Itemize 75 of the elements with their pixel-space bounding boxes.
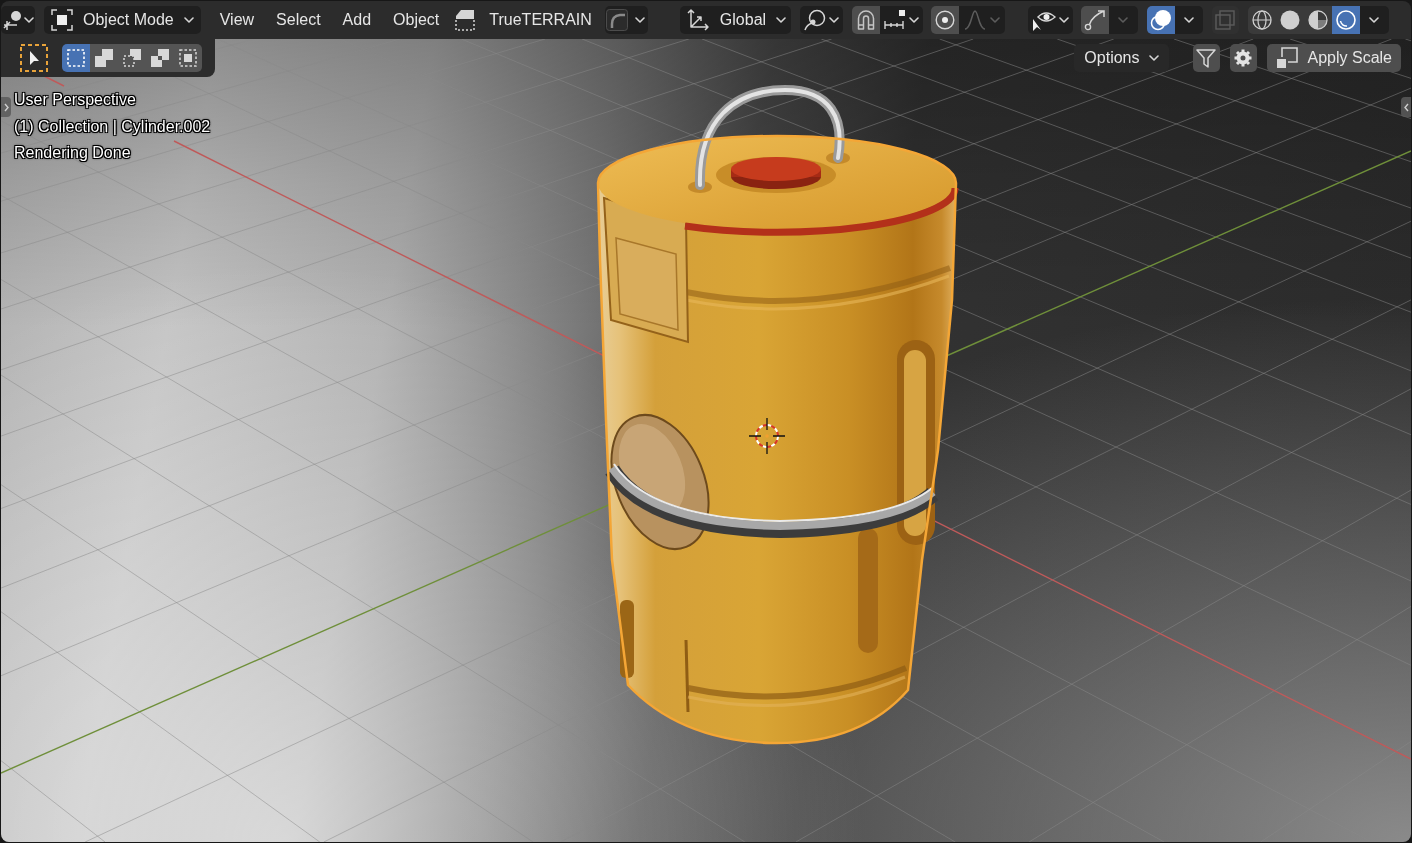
caret-icon [1369, 17, 1380, 23]
dashed-corner-square-icon [455, 9, 476, 31]
orientation-dropdown[interactable]: Global [679, 6, 791, 34]
overlapping-squares-icon [151, 49, 169, 67]
square-frame-icon [51, 9, 73, 31]
settings-icon [1233, 48, 1253, 68]
menu-item[interactable]: Add [331, 6, 383, 34]
wireframe-sphere-icon [1251, 10, 1272, 30]
menu-item[interactable]: Select [265, 6, 332, 34]
chevron-left-icon [1403, 102, 1409, 112]
rendered-sphere-icon [1335, 10, 1356, 30]
half-shaded-sphere-icon [1307, 10, 1328, 30]
apply-scale-button[interactable]: Apply Scale [1266, 44, 1401, 72]
solid-sphere-icon [1279, 10, 1300, 30]
caret-icon [989, 17, 1000, 23]
shading-mode-button[interactable] [1303, 6, 1332, 34]
stacked-squares-icon [1215, 10, 1236, 30]
ring-dot-icon [803, 9, 826, 31]
overlay-info-text: Rendering Done [14, 143, 131, 163]
bell-curve-icon [963, 10, 986, 30]
overlays-toggle[interactable] [1146, 6, 1175, 34]
eye-pointer-icon [1031, 9, 1056, 31]
curve-dropdown[interactable] [604, 6, 648, 34]
proportional-editing-toggle[interactable] [930, 6, 959, 34]
pivot-dropdown[interactable] [799, 6, 843, 34]
caret-icon [828, 17, 839, 23]
caret-icon [23, 17, 34, 23]
filter-icon [1196, 48, 1216, 68]
subtract-squares-icon [123, 49, 141, 67]
snap-target-dropdown[interactable] [879, 6, 923, 34]
overlay-info-text: User Perspective [14, 90, 136, 110]
caret-icon [1183, 17, 1194, 23]
addon-menu[interactable]: TrueTERRAIN [452, 6, 595, 34]
3d-cursor-icon [748, 417, 786, 455]
caret-icon [634, 17, 645, 23]
shading-mode-button[interactable] [1247, 6, 1276, 34]
caret-icon [183, 17, 194, 23]
overlay-info-text: (1) Collection | Cylinder.002 [14, 116, 211, 138]
dashed-square-icon [67, 49, 85, 67]
joined-squares-icon [95, 49, 113, 67]
caret-icon [776, 17, 787, 23]
options-dropdown[interactable]: Options [1074, 44, 1169, 72]
region-tab[interactable] [1, 97, 11, 117]
filter-button[interactable] [1192, 44, 1220, 72]
gizmo-toggle[interactable] [1080, 6, 1109, 34]
caret-icon [1058, 17, 1069, 23]
settings-button[interactable] [1229, 44, 1257, 72]
sphere-axes-icon [2, 10, 23, 30]
ticks-icon [883, 9, 906, 31]
overlapping-circles-icon [1149, 9, 1172, 31]
caret-icon [908, 17, 919, 23]
menu-item[interactable]: View [208, 6, 266, 34]
overlapping-squares-icon [1275, 47, 1298, 69]
magnet-icon [856, 10, 875, 30]
overlays-dropdown[interactable] [1174, 6, 1203, 34]
axes-icon [685, 8, 710, 32]
select-mode-button[interactable] [174, 44, 202, 72]
region-tab[interactable] [1401, 97, 1411, 117]
shading-dropdown[interactable] [1359, 6, 1389, 34]
curve-icon [605, 9, 628, 31]
shading-mode-button[interactable] [1331, 6, 1360, 34]
intersect-squares-icon [179, 49, 197, 67]
caret-icon [1148, 55, 1159, 61]
select-mode-button[interactable] [90, 44, 118, 72]
mode-dropdown[interactable]: Object Mode [44, 6, 201, 34]
visibility-dropdown[interactable] [1027, 6, 1073, 34]
caret-icon [1118, 17, 1129, 23]
snap-toggle[interactable] [851, 6, 880, 34]
select-box-tool[interactable] [19, 44, 49, 72]
curved-arrow-icon [1083, 9, 1106, 31]
select-mode-button[interactable] [62, 44, 90, 72]
editor-type-dropdown[interactable] [1, 6, 35, 34]
circle-dot-icon [934, 10, 955, 30]
chevron-right-icon [3, 102, 9, 112]
menu-item[interactable]: Object [382, 6, 451, 34]
